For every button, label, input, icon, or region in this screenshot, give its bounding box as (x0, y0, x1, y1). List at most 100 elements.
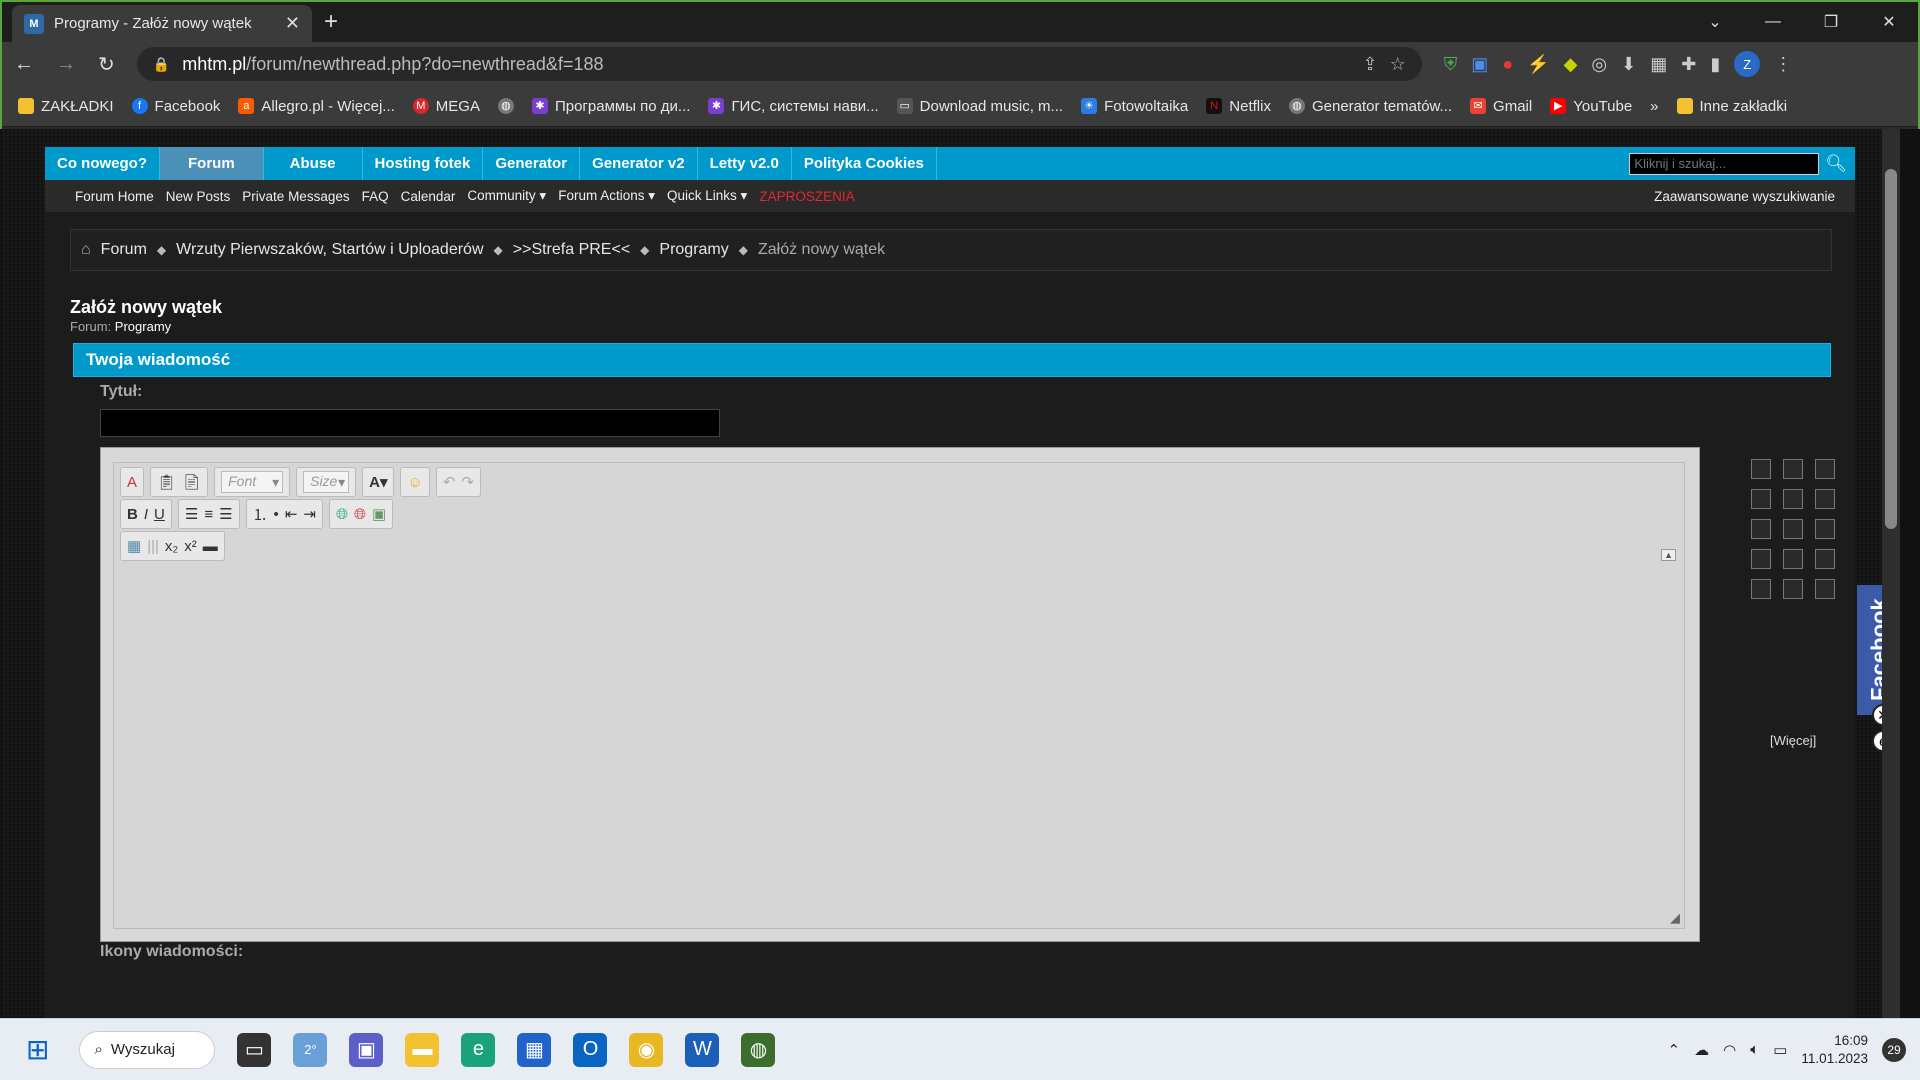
remove-format-icon[interactable]: A (127, 474, 137, 491)
wifi-icon[interactable]: ◠ (1723, 1041, 1736, 1059)
nav-abuse[interactable]: Abuse (264, 147, 363, 180)
bookmark-folder[interactable]: ZAKŁADKI (18, 98, 114, 115)
smiley-icon[interactable] (1783, 579, 1803, 599)
reload-icon[interactable]: ↻ (98, 52, 115, 77)
chrome-icon[interactable]: ◉ (629, 1032, 664, 1067)
smiley-icon[interactable]: ☺ (407, 474, 422, 491)
new-tab-button[interactable]: + (324, 8, 338, 36)
other-bookmarks[interactable]: Inne zakładki (1676, 98, 1787, 115)
tab-search-icon[interactable]: ⌄ (1686, 2, 1744, 42)
extension-icon[interactable]: ◆ (1564, 54, 1578, 75)
smiley-icon[interactable] (1815, 579, 1835, 599)
more-smilies-link[interactable]: [Więcej] (1770, 733, 1816, 748)
teams-chat-icon[interactable]: ▣ (349, 1032, 384, 1067)
smiley-icon[interactable] (1751, 579, 1771, 599)
font-color-icon[interactable]: A▾ (369, 473, 387, 491)
unordered-list-icon[interactable]: • (274, 506, 279, 523)
translate-extension-icon[interactable]: ▣ (1471, 54, 1488, 75)
outlook-icon[interactable]: O (573, 1032, 608, 1067)
indent-icon[interactable]: ⇥ (303, 505, 316, 523)
scrollbar-thumb[interactable] (1885, 169, 1897, 529)
address-bar[interactable]: 🔒 mhtm.pl/forum/newthread.php?do=newthre… (136, 47, 1422, 81)
subnav-new-posts[interactable]: New Posts (166, 189, 231, 204)
bookmark-item[interactable]: ✉ Gmail (1470, 98, 1532, 115)
subscript-icon[interactable]: x₂ (165, 538, 178, 555)
profile-avatar[interactable]: Z (1734, 51, 1761, 77)
nav-generator-v2[interactable]: Generator v2 (580, 147, 698, 180)
menu-kebab-icon[interactable]: ⋮ (1774, 54, 1792, 75)
onedrive-icon[interactable]: ☁ (1694, 1041, 1709, 1059)
breadcrumb-uploads[interactable]: Wrzuty Pierwszaków, Startów i Uploaderów (176, 241, 483, 259)
bold-icon[interactable]: B (127, 506, 138, 523)
task-view-icon[interactable]: ▭ (237, 1032, 272, 1067)
breadcrumb-forum[interactable]: Forum (101, 241, 147, 259)
image-icon[interactable]: ▣ (372, 505, 386, 523)
clock[interactable]: 16:09 11.01.2023 (1801, 1032, 1868, 1068)
resize-handle-icon[interactable]: ◢ (1670, 910, 1680, 926)
subnav-forum-home[interactable]: Forum Home (75, 189, 154, 204)
superscript-icon[interactable]: x² (184, 538, 197, 555)
smiley-icon[interactable] (1815, 549, 1835, 569)
ordered-list-icon[interactable]: ⒈ (253, 504, 268, 525)
smiley-icon[interactable] (1783, 489, 1803, 509)
forum-name[interactable]: Programy (115, 319, 171, 334)
close-window-button[interactable]: ✕ (1860, 2, 1918, 42)
tray-overflow-icon[interactable]: ⌃ (1668, 1041, 1681, 1059)
side-panel-icon[interactable]: ▮ (1710, 54, 1720, 75)
close-tab-icon[interactable]: ✕ (285, 13, 300, 34)
unlink-icon[interactable]: 🌐︎ (354, 506, 366, 523)
back-icon[interactable]: ← (14, 53, 34, 76)
smiley-icon[interactable] (1815, 459, 1835, 479)
subnav-faq[interactable]: FAQ (362, 189, 389, 204)
search-input[interactable] (1629, 152, 1820, 175)
breadcrumb-pre-zone[interactable]: >>Strefa PRE<< (513, 241, 630, 259)
minimize-button[interactable]: — (1744, 2, 1802, 42)
outdent-icon[interactable]: ⇤ (285, 505, 298, 523)
bookmark-item[interactable]: f Facebook (131, 98, 220, 115)
puzzle-icon[interactable]: ✚ (1681, 54, 1696, 75)
thread-title-input[interactable] (100, 409, 720, 437)
bookmark-item[interactable]: ▶ YouTube (1550, 98, 1632, 115)
align-right-icon[interactable]: ☰ (219, 505, 232, 523)
bookmark-item[interactable]: ☀ Fotowoltaika (1081, 98, 1188, 115)
paste-icon[interactable]: 📋︎ (157, 473, 176, 491)
align-center-icon[interactable]: ≡ (204, 506, 213, 523)
table-icon[interactable]: ▦ (127, 537, 141, 555)
app-globe-icon[interactable]: ◍ (741, 1032, 776, 1067)
bookmark-item[interactable]: ▭ Download music, m... (896, 98, 1063, 115)
size-select[interactable]: Size (303, 471, 350, 493)
restore-button[interactable]: ❐ (1802, 2, 1860, 42)
volume-icon[interactable]: 🔈︎ (1750, 1041, 1759, 1058)
advanced-search-link[interactable]: Zaawansowane wyszukiwanie (1654, 189, 1835, 204)
browser-tab[interactable]: M Programy - Załóż nowy wątek ✕ (12, 5, 312, 42)
collapse-toolbar-icon[interactable]: ▲ (1661, 549, 1676, 561)
taskbar-search[interactable]: ⌕ Wyszukaj (79, 1030, 216, 1069)
page-scrollbar[interactable] (1882, 129, 1900, 1018)
subnav-quick-links[interactable]: Quick Links ▾ (667, 188, 747, 204)
smiley-icon[interactable] (1751, 489, 1771, 509)
word-icon[interactable]: W (685, 1032, 720, 1067)
bookmark-item[interactable]: ◍ (497, 98, 514, 114)
nav-generator[interactable]: Generator (483, 147, 581, 180)
smiley-icon[interactable] (1751, 459, 1771, 479)
bookmarks-overflow[interactable]: » (1650, 98, 1658, 115)
underline-icon[interactable]: U (154, 506, 165, 523)
breadcrumb-programs[interactable]: Programy (659, 241, 728, 259)
bookmark-item[interactable]: a Allegro.pl - Więcej... (238, 98, 395, 115)
edge-icon[interactable]: e (461, 1032, 496, 1067)
share-icon[interactable]: ⇪ (1363, 54, 1378, 75)
bookmark-item[interactable]: M MEGA (412, 98, 480, 115)
smiley-icon[interactable] (1783, 549, 1803, 569)
mega-extension-icon[interactable]: ● (1502, 54, 1513, 75)
search-icon[interactable]: 🔍︎ (1825, 154, 1847, 174)
smiley-icon[interactable] (1815, 489, 1835, 509)
subnav-forum-actions[interactable]: Forum Actions ▾ (558, 188, 655, 204)
forward-icon[interactable]: → (56, 53, 76, 76)
subnav-community[interactable]: Community ▾ (467, 188, 546, 204)
home-icon[interactable]: ⌂ (81, 241, 91, 259)
file-explorer-icon[interactable]: ▬ (405, 1032, 440, 1067)
windows-start-icon[interactable]: ⊞ (26, 1033, 49, 1066)
extension-icon[interactable]: ⬇ (1621, 54, 1636, 75)
nav-forum[interactable]: Forum (160, 147, 264, 180)
smiley-icon[interactable] (1815, 519, 1835, 539)
